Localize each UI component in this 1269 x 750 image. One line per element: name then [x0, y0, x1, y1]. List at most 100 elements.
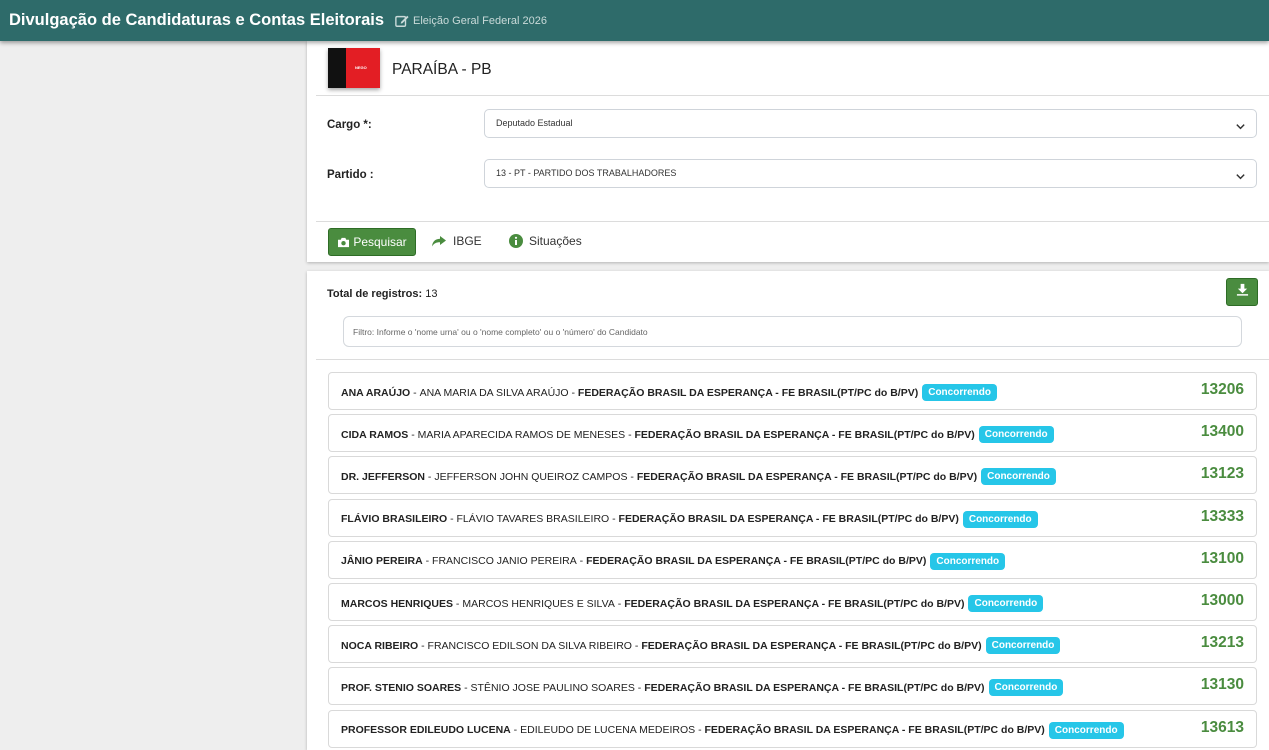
candidate-number: 13213	[1200, 634, 1244, 652]
cargo-select[interactable]: Deputado Estadual	[484, 109, 1257, 138]
separator: -	[627, 470, 637, 483]
candidate-line: JÂNIO PEREIRA - FRANCISCO JANIO PEREIRA …	[341, 552, 1006, 570]
separator: -	[614, 597, 625, 610]
candidate-row[interactable]: MARCOS HENRIQUES - MARCOS HENRIQUES E SI…	[328, 583, 1257, 621]
edit-icon[interactable]	[395, 14, 409, 28]
results-card: Total de registros: 13 ANA ARAÚJO - ANA …	[307, 271, 1269, 750]
separator: -	[461, 681, 471, 694]
candidate-number: 13333	[1200, 507, 1244, 525]
separator: -	[510, 724, 521, 737]
separator: -	[422, 555, 433, 568]
candidate-urna-name: FLÁVIO BRASILEIRO	[341, 513, 448, 526]
candidate-party: FEDERAÇÃO BRASIL DA ESPERANÇA - FE BRASI…	[641, 639, 982, 652]
situacoes-label: Situações	[529, 234, 582, 248]
separator: -	[453, 597, 463, 610]
candidate-party: FEDERAÇÃO BRASIL DA ESPERANÇA - FE BRASI…	[636, 470, 978, 483]
status-badge: Concorrendo	[968, 595, 1044, 612]
candidate-full-name: MARCOS HENRIQUES E SILVA	[462, 597, 615, 610]
candidate-filter-input[interactable]	[343, 316, 1242, 347]
separator: -	[410, 386, 420, 399]
download-icon	[1236, 283, 1249, 301]
total-records-value: 13	[425, 288, 438, 300]
partido-select[interactable]: 13 - PT - PARTIDO DOS TRABALHADORES	[484, 159, 1257, 188]
candidate-number: 13130	[1200, 676, 1244, 694]
cargo-select-value: Deputado Estadual	[496, 118, 573, 128]
candidate-urna-name: DR. JEFFERSON	[341, 470, 426, 483]
candidate-row[interactable]: JÂNIO PEREIRA - FRANCISCO JANIO PEREIRA …	[328, 540, 1257, 579]
partido-label: Partido :	[327, 169, 374, 181]
pesquisar-button[interactable]: Pesquisar	[328, 228, 416, 256]
candidate-full-name: MARIA APARECIDA RAMOS DE MENESES	[417, 428, 626, 441]
candidate-full-name: JEFFERSON JOHN QUEIROZ CAMPOS	[434, 470, 628, 483]
state-name: PARAÍBA - PB	[392, 61, 492, 78]
candidate-number: 13613	[1200, 718, 1244, 736]
candidate-full-name: EDILEUDO DE LUCENA MEDEIROS	[520, 724, 696, 737]
cargo-label: Cargo *:	[327, 119, 372, 131]
total-records-label: Total de registros:	[327, 288, 423, 300]
candidate-number: 13123	[1200, 465, 1244, 483]
download-button[interactable]	[1226, 278, 1258, 306]
situacoes-button[interactable]: Situações	[509, 234, 582, 248]
separator: -	[447, 513, 457, 526]
candidate-full-name: FLÁVIO TAVARES BRASILEIRO	[456, 513, 610, 526]
flag-text: NEGO	[355, 65, 367, 70]
separator: -	[634, 681, 645, 694]
top-bar: Divulgação de Candidaturas e Contas Elei…	[0, 0, 1269, 41]
app-title[interactable]: Divulgação de Candidaturas e Contas Elei…	[9, 11, 384, 30]
candidate-line: DR. JEFFERSON - JEFFERSON JOHN QUEIROZ C…	[341, 468, 1056, 486]
separator: -	[631, 639, 642, 652]
candidate-line: NOCA RIBEIRO - FRANCISCO EDILSON DA SILV…	[341, 637, 1061, 655]
candidate-line: MARCOS HENRIQUES - MARCOS HENRIQUES E SI…	[341, 595, 1044, 612]
status-badge: Concorrendo	[978, 426, 1054, 444]
candidate-party: FEDERAÇÃO BRASIL DA ESPERANÇA - FE BRASI…	[644, 681, 985, 694]
candidate-row[interactable]: CIDA RAMOS - MARIA APARECIDA RAMOS DE ME…	[328, 414, 1257, 453]
info-icon	[509, 234, 523, 248]
separator: -	[576, 555, 587, 568]
chevron-down-icon	[1235, 169, 1246, 187]
election-name: Eleição Geral Federal 2026	[413, 14, 547, 27]
divider	[316, 359, 1269, 360]
candidate-line: FLÁVIO BRASILEIRO - FLÁVIO TAVARES BRASI…	[341, 510, 1038, 528]
separator: -	[695, 724, 705, 737]
candidate-number: 13206	[1200, 381, 1244, 398]
candidate-full-name: FRANCISCO EDILSON DA SILVA RIBEIRO	[427, 639, 632, 652]
candidate-row[interactable]: FLÁVIO BRASILEIRO - FLÁVIO TAVARES BRASI…	[328, 498, 1257, 537]
divider	[316, 221, 1269, 222]
candidate-party: FEDERAÇÃO BRASIL DA ESPERANÇA - FE BRASI…	[618, 513, 959, 526]
candidate-line: PROF. STENIO SOARES - STÊNIO JOSE PAULIN…	[341, 679, 1064, 697]
candidate-row[interactable]: DR. JEFFERSON - JEFFERSON JOHN QUEIROZ C…	[328, 456, 1257, 495]
search-card: NEGO PARAÍBA - PB Cargo *: Deputado Esta…	[307, 41, 1269, 262]
share-icon	[431, 235, 447, 248]
candidate-urna-name: ANA ARAÚJO	[341, 386, 411, 399]
candidate-row[interactable]: ANA ARAÚJO - ANA MARIA DA SILVA ARAÚJO -…	[328, 372, 1257, 410]
status-badge: Concorrendo	[988, 679, 1064, 697]
candidate-party: FEDERAÇÃO BRASIL DA ESPERANÇA - FE BRASI…	[624, 597, 965, 610]
camera-icon	[337, 237, 350, 248]
candidate-number: 13100	[1200, 549, 1244, 567]
candidate-full-name: FRANCISCO JANIO PEREIRA	[432, 555, 577, 568]
divider	[316, 95, 1269, 96]
candidate-urna-name: MARCOS HENRIQUES	[341, 597, 454, 610]
candidate-number: 13400	[1200, 423, 1244, 441]
candidate-row[interactable]: PROF. STENIO SOARES - STÊNIO JOSE PAULIN…	[328, 667, 1257, 706]
status-badge: Concorrendo	[962, 510, 1038, 528]
state-header: NEGO PARAÍBA - PB	[307, 41, 1269, 95]
separator: -	[609, 513, 619, 526]
status-badge: Concorrendo	[930, 552, 1006, 570]
separator: -	[418, 639, 428, 652]
ibge-button[interactable]: IBGE	[431, 234, 482, 248]
pesquisar-label: Pesquisar	[353, 235, 407, 249]
partido-select-value: 13 - PT - PARTIDO DOS TRABALHADORES	[496, 168, 677, 178]
ibge-label: IBGE	[453, 234, 482, 248]
candidate-party: FEDERAÇÃO BRASIL DA ESPERANÇA - FE BRASI…	[634, 428, 975, 441]
candidate-row[interactable]: PROFESSOR EDILEUDO LUCENA - EDILEUDO DE …	[328, 709, 1257, 748]
candidate-full-name: ANA MARIA DA SILVA ARAÚJO	[419, 386, 569, 399]
candidate-urna-name: PROF. STENIO SOARES	[341, 681, 462, 694]
total-records: Total de registros: 13	[327, 288, 437, 300]
candidate-line: ANA ARAÚJO - ANA MARIA DA SILVA ARAÚJO -…	[341, 384, 997, 401]
separator: -	[568, 386, 578, 399]
candidate-full-name: STÊNIO JOSE PAULINO SOARES	[470, 681, 635, 694]
candidate-row[interactable]: NOCA RIBEIRO - FRANCISCO EDILSON DA SILV…	[328, 625, 1257, 664]
candidate-party: FEDERAÇÃO BRASIL DA ESPERANÇA - FE BRASI…	[577, 386, 919, 399]
candidate-number: 13000	[1200, 592, 1244, 609]
